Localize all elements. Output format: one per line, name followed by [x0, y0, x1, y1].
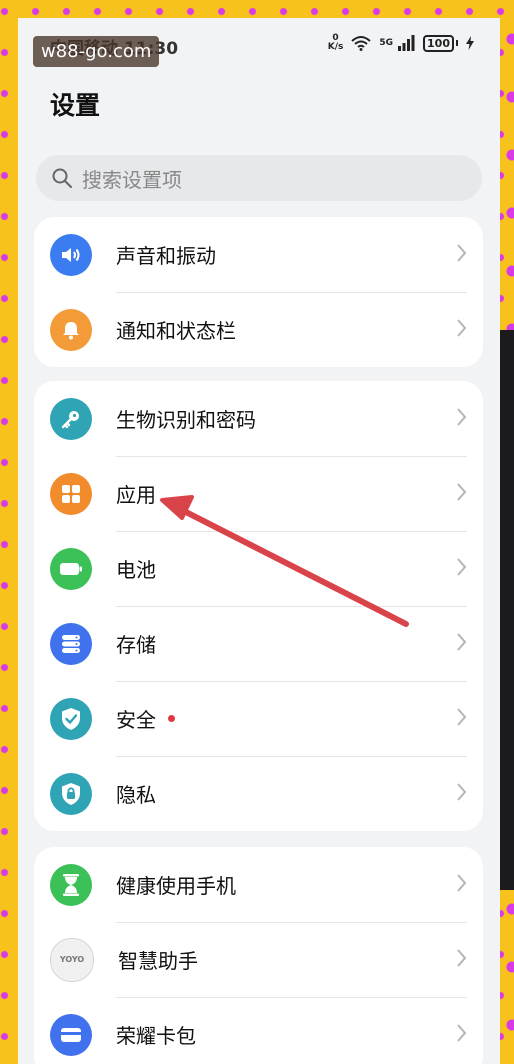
phone-screen: 中国移动 11:30 0 K/s 5G 100: [18, 18, 500, 1064]
battery-indicator: 100: [423, 34, 458, 52]
yoyo-assistant-icon: YOYO: [50, 937, 94, 982]
settings-item-smart-assistant[interactable]: YOYO 智慧助手: [34, 922, 483, 997]
status-icons: 0 K/s 5G 100: [328, 34, 474, 52]
settings-item-label: 声音和振动: [116, 244, 216, 268]
settings-item-digital-wellbeing[interactable]: 健康使用手机: [34, 847, 483, 922]
settings-item-label: 安全: [116, 708, 156, 732]
settings-group-device: 生物识别和密码 应用 电池 存储 安全 隐私: [34, 381, 483, 831]
settings-item-label: 通知和状态栏: [116, 319, 236, 343]
charging-icon: [466, 36, 474, 50]
chevron-right-icon: [457, 949, 467, 967]
settings-item-label: 电池: [116, 558, 156, 582]
settings-item-privacy[interactable]: 隐私: [34, 756, 483, 831]
page-title: 设置: [50, 91, 101, 120]
bell-icon: [50, 308, 92, 351]
wifi-icon: [351, 36, 372, 51]
yoyo-logo-text: YOYO: [59, 955, 85, 964]
settings-item-label: 智慧助手: [118, 949, 198, 973]
storage-icon: [50, 622, 92, 665]
settings-item-battery[interactable]: 电池: [34, 531, 483, 606]
privacy-lock-icon: [50, 772, 92, 815]
chevron-right-icon: [457, 319, 467, 337]
hourglass-icon: [50, 863, 92, 906]
settings-item-label: 健康使用手机: [116, 874, 236, 898]
chevron-right-icon: [457, 1024, 467, 1042]
search-icon: [52, 168, 72, 188]
settings-item-label: 生物识别和密码: [116, 408, 256, 432]
search-input[interactable]: 搜索设置项: [36, 155, 482, 201]
settings-item-label: 存储: [116, 633, 156, 657]
battery-tip: [456, 40, 458, 46]
chevron-right-icon: [457, 244, 467, 262]
red-dot-badge: [168, 715, 175, 722]
settings-item-storage[interactable]: 存储: [34, 606, 483, 681]
chevron-right-icon: [457, 408, 467, 426]
chevron-right-icon: [457, 558, 467, 576]
settings-item-apps[interactable]: 应用: [34, 456, 483, 531]
shield-check-icon: [50, 697, 92, 740]
settings-item-sound-vibration[interactable]: 声音和振动: [34, 217, 483, 292]
key-icon: [50, 397, 92, 440]
settings-item-label: 隐私: [116, 783, 156, 807]
settings-item-label: 应用: [116, 483, 156, 507]
settings-item-biometrics-password[interactable]: 生物识别和密码: [34, 381, 483, 456]
settings-item-security[interactable]: 安全: [34, 681, 483, 756]
chevron-right-icon: [457, 874, 467, 892]
network-speed-unit: K/s: [327, 42, 344, 52]
signal-icon: [398, 35, 415, 51]
chevron-right-icon: [457, 708, 467, 726]
apps-grid-icon: [50, 472, 92, 515]
chevron-right-icon: [457, 783, 467, 801]
watermark-label: w88-go.com: [33, 36, 160, 67]
battery-icon: [50, 547, 92, 590]
wallet-card-icon: [50, 1013, 92, 1056]
settings-item-honor-wallet[interactable]: 荣耀卡包: [34, 997, 483, 1064]
settings-item-notifications[interactable]: 通知和状态栏: [34, 292, 483, 367]
network-gen-label: 5G: [379, 38, 394, 48]
chevron-right-icon: [457, 633, 467, 651]
search-placeholder: 搜索设置项: [82, 167, 182, 192]
battery-level: 100: [423, 34, 454, 52]
network-speed: 0 K/s: [328, 34, 344, 52]
settings-group-assistant: 健康使用手机 YOYO 智慧助手 荣耀卡包: [34, 847, 483, 1064]
speaker-icon: [50, 233, 92, 276]
settings-group-sound-notifications: 声音和振动 通知和状态栏: [34, 217, 483, 367]
settings-item-label: 荣耀卡包: [116, 1024, 196, 1048]
chevron-right-icon: [457, 483, 467, 501]
